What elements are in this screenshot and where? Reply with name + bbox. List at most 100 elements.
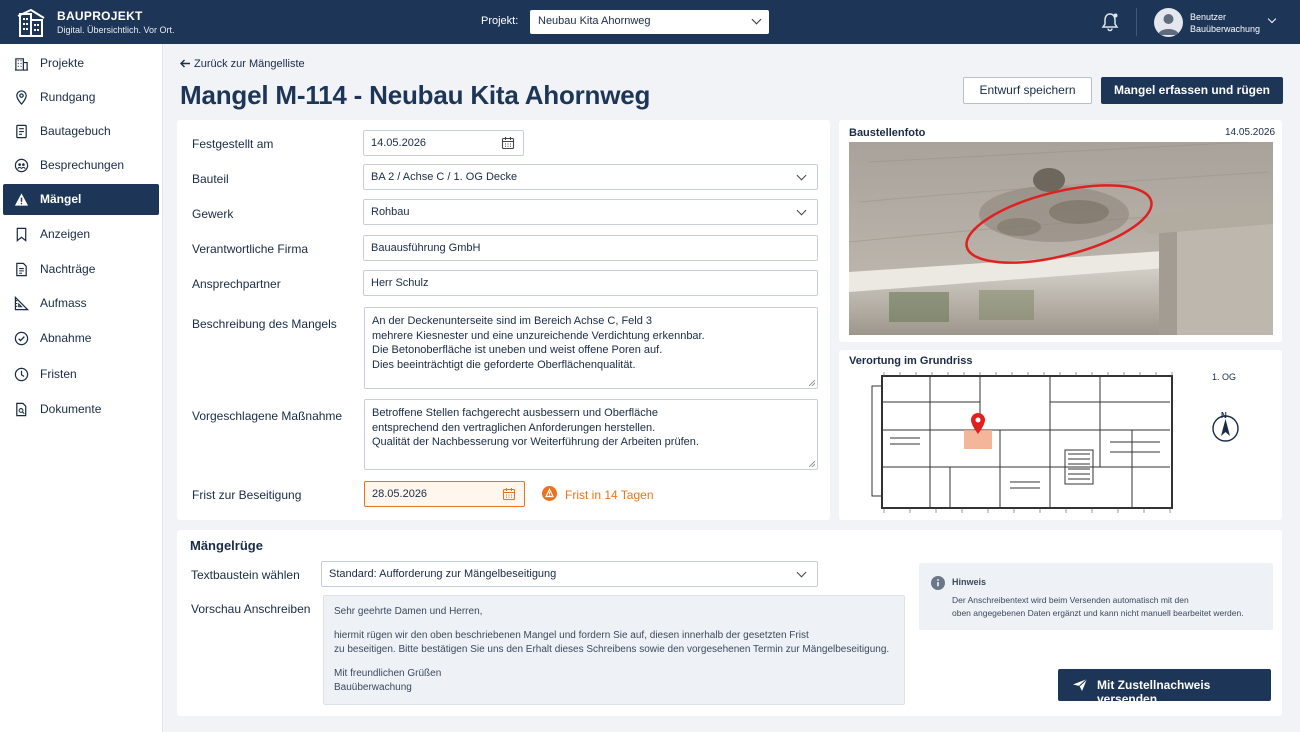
notebook-icon: [16, 124, 27, 139]
sidebar-item-rundgang[interactable]: Rundgang: [3, 82, 159, 113]
photo-date: 14.05.2026: [1225, 127, 1276, 138]
description-label: Beschreibung des Mangels: [192, 317, 337, 331]
description-line: mehrere Kiesnester und eine unzureichend…: [372, 329, 705, 342]
sidebar: Projekte Rundgang Bautagebuch Besprechun…: [0, 44, 163, 732]
contact-value: Herr Schulz: [371, 277, 429, 289]
hint-box: Hinweis Der Anschreibentext wird beim Ve…: [919, 563, 1273, 630]
deadline-note: Frist in 14 Tagen: [565, 488, 654, 502]
date-label: Festgestellt am: [192, 137, 274, 151]
document-icon: [16, 262, 27, 277]
sidebar-item-dokumente[interactable]: Dokumente: [3, 394, 159, 425]
hint-text: Der Anschreibentext wird beim Versenden …: [952, 594, 1244, 620]
sidebar-item-fristen[interactable]: Fristen: [3, 359, 159, 390]
back-link[interactable]: Zurück zur Mängelliste: [180, 58, 305, 70]
company-label: Verantwortliche Firma: [192, 242, 309, 256]
contact-field[interactable]: Herr Schulz: [363, 270, 818, 296]
warning-icon: [14, 193, 29, 206]
check-circle-icon: [14, 331, 29, 346]
sidebar-item-label: Besprechungen: [40, 158, 125, 172]
user-info[interactable]: Benutzer Bauüberwachung: [1190, 11, 1260, 35]
project-select-value: Neubau Kita Ahornweg: [538, 15, 651, 27]
measure-line: Betroffene Stellen fachgerecht ausbesser…: [372, 407, 658, 419]
site-photo[interactable]: [849, 142, 1273, 335]
bookmark-icon: [16, 227, 27, 242]
resize-handle[interactable]: [809, 380, 815, 386]
calendar-icon[interactable]: [502, 487, 516, 501]
deadline-field[interactable]: 28.05.2026: [364, 481, 525, 507]
send-icon: [1073, 678, 1088, 691]
notice-section-title: Mängelrüge: [190, 538, 263, 553]
description-line: Dies beeinträchtigt die geforderte Oberf…: [372, 358, 636, 371]
template-label: Textbaustein wählen: [191, 568, 300, 582]
photo-title: Baustellenfoto: [849, 127, 926, 139]
description-line: Die Betonoberfläche ist uneben und weist…: [372, 344, 663, 356]
location-pin-icon: [16, 90, 27, 105]
trade-value: Rohbau: [371, 206, 410, 218]
floorplan-title: Verortung im Grundriss: [849, 355, 973, 367]
sidebar-item-besprechungen[interactable]: Besprechungen: [3, 150, 159, 181]
sidebar-item-label: Fristen: [40, 367, 77, 381]
project-select[interactable]: Neubau Kita Ahornweg: [530, 10, 769, 34]
date-value: 14.05.2026: [371, 137, 427, 149]
bell-icon[interactable]: [1100, 12, 1120, 32]
sidebar-item-aufmass[interactable]: Aufmass: [3, 288, 159, 319]
resize-handle[interactable]: [809, 461, 815, 467]
date-field[interactable]: 14.05.2026: [363, 130, 524, 156]
preview-greeting: Sehr geehrte Damen und Herren,: [334, 606, 483, 617]
sidebar-item-maengel[interactable]: Mängel: [3, 184, 159, 215]
company-value: Bauausführung GmbH: [371, 242, 481, 254]
sidebar-item-label: Mängel: [40, 192, 82, 206]
sidebar-item-anzeigen[interactable]: Anzeigen: [3, 219, 159, 250]
description-textarea[interactable]: An der Deckenunterseite sind im Bereich …: [364, 307, 818, 389]
sidebar-item-bautagebuch[interactable]: Bautagebuch: [3, 116, 159, 147]
clock-icon: [14, 367, 29, 382]
chevron-down-icon: [796, 567, 807, 578]
send-button-label: Mit Zustellnachweis versenden: [1097, 678, 1211, 706]
sidebar-item-projekte[interactable]: Projekte: [3, 48, 159, 79]
project-label: Projekt:: [481, 15, 519, 27]
user-role: Benutzer: [1190, 12, 1227, 22]
sidebar-item-label: Nachträge: [40, 262, 96, 276]
arrow-left-icon: [180, 59, 190, 68]
component-select[interactable]: BA 2 / Achse C / 1. OG Decke: [363, 164, 818, 190]
ruler-icon: [14, 296, 29, 311]
page-title: Mangel M-114 - Neubau Kita Ahornweg: [180, 80, 651, 110]
company-field[interactable]: Bauausführung GmbH: [363, 235, 818, 261]
sidebar-item-label: Rundgang: [40, 90, 96, 104]
template-value: Standard: Aufforderung zur Mängelbeseiti…: [329, 568, 557, 580]
preview-sender: Bauüberwachung: [334, 682, 412, 693]
preview-body-line: zu beseitigen. Bitte bestätigen Sie uns …: [334, 644, 890, 655]
people-icon: [14, 158, 29, 173]
sidebar-item-abnahme[interactable]: Abnahme: [3, 323, 159, 354]
description-line: An der Deckenunterseite sind im Bereich …: [372, 315, 653, 327]
user-menu-chevron-icon[interactable]: [1267, 14, 1277, 24]
sidebar-item-nachtraege[interactable]: Nachträge: [3, 254, 159, 285]
submit-defect-button[interactable]: Mangel erfassen und rügen: [1101, 77, 1283, 104]
chevron-down-icon: [796, 170, 807, 181]
sidebar-item-label: Projekte: [40, 56, 85, 70]
floorplan-image[interactable]: [870, 372, 1175, 514]
measure-textarea[interactable]: Betroffene Stellen fachgerecht ausbesser…: [364, 399, 818, 470]
component-label: Bauteil: [192, 172, 229, 186]
header-divider: [1136, 8, 1137, 36]
save-draft-button[interactable]: Entwurf speichern: [963, 77, 1092, 104]
user-name: Bauüberwachung: [1190, 24, 1261, 34]
north-compass-icon: [1212, 415, 1239, 442]
calendar-icon[interactable]: [501, 136, 515, 150]
sidebar-item-label: Abnahme: [40, 331, 92, 345]
template-select[interactable]: Standard: Aufforderung zur Mängelbeseiti…: [321, 561, 818, 587]
avatar[interactable]: [1154, 8, 1183, 37]
preview-body-line: hiermit rügen wir den oben beschriebenen…: [334, 630, 809, 641]
send-with-proof-button[interactable]: Mit Zustellnachweis versenden: [1058, 669, 1271, 706]
building-icon: [14, 58, 29, 71]
chevron-down-icon: [796, 205, 807, 216]
deadline-label: Frist zur Beseitigung: [192, 488, 302, 502]
back-link-label: Zurück zur Mängelliste: [194, 58, 305, 70]
building-logo-icon: [17, 8, 45, 37]
hint-line: oben angegebenen Daten ergänzt und kann …: [952, 608, 1244, 618]
brand-subtitle: Digital. Übersichtlich. Vor Ort.: [57, 25, 175, 35]
concrete-ceiling-photo-image: [849, 142, 1273, 335]
sidebar-item-label: Dokumente: [40, 402, 102, 416]
component-value: BA 2 / Achse C / 1. OG Decke: [371, 171, 518, 183]
trade-select[interactable]: Rohbau: [363, 199, 818, 225]
